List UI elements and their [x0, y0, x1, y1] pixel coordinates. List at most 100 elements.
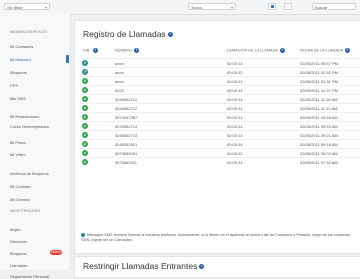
- incoming-call-icon: ↙: [82, 123, 88, 129]
- sidebar-item-llamadas[interactable]: Llamadas: [10, 263, 27, 268]
- call-duration: 00:00:14: [227, 141, 243, 147]
- table-row[interactable]: ↙ 3045662712 00:00:14 02/05/2011 11:12 AM: [79, 103, 360, 112]
- call-date: 02/05/2011 09:55 AM: [300, 123, 338, 129]
- filter-select[interactable]: Sin filtrar ▾: [4, 3, 50, 10]
- call-number: 3073047287: [115, 114, 138, 120]
- call-number: 3045252921: [115, 141, 138, 147]
- new-badge: Nuevo: [50, 250, 62, 255]
- info-note: Mensajes SMS Nombre Nuevos a nuestros te…: [81, 233, 357, 243]
- chevron-down-icon: ▾: [230, 5, 233, 10]
- info-icon[interactable]: i: [345, 48, 351, 53]
- sidebar-item-sms[interactable]: Mis SMS: [10, 96, 26, 101]
- call-duration: 00:00:14: [227, 60, 243, 66]
- table-row[interactable]: ↙ 3076952714 00:00:14 02/05/2011 09:55 AM: [79, 121, 360, 130]
- sidebar-item-pps[interactable]: PPS: [10, 83, 18, 88]
- call-number: anon: [115, 69, 124, 75]
- sidebar-item-firma[interactable]: Mi Firma: [10, 140, 26, 145]
- call-date: 02/05/2011 11:12 AM: [300, 105, 338, 111]
- table-row[interactable]: ↙ 3045652715 00:00:14 02/05/2011 09:21 AM: [79, 130, 360, 139]
- panel-title-text: Registro de Llamadas: [83, 29, 166, 39]
- table-row[interactable]: ↗ anon 00:00:12 02/05/2011 02:52 PM: [79, 67, 360, 76]
- incoming-call-icon: ↙: [82, 132, 88, 138]
- chevron-down-icon: ▾: [44, 5, 47, 10]
- call-duration: 00:00:14: [227, 123, 243, 129]
- sidebar-item-seguimiento[interactable]: Seguimiento Personal: [10, 274, 49, 279]
- search-input-value: Buscar: [315, 5, 328, 10]
- outgoing-call-icon: ↗: [82, 60, 88, 66]
- sidebar-item-restricciones[interactable]: Mi Restricciones: [10, 114, 39, 119]
- call-duration: 00:00:14: [227, 78, 243, 84]
- sidebar-item-bloqueos[interactable]: Bloqueos: [10, 70, 27, 75]
- call-duration: 00:00:14: [227, 114, 243, 120]
- call-date: 02/05/2011 02:52 PM: [300, 69, 338, 75]
- call-number: 5023: [115, 87, 124, 93]
- column-header-number[interactable]: NÚMERO i: [115, 48, 139, 53]
- incoming-call-icon: ↙: [82, 141, 88, 147]
- incoming-call-icon: ↙: [82, 96, 88, 102]
- call-number: 3076952714: [115, 123, 138, 129]
- call-date: 02/05/2011 12:37 PM: [300, 87, 338, 93]
- column-header-text: FECHA DE LA LLAMADA: [300, 48, 344, 53]
- column-header-duration[interactable]: DURACIÓN DE LA LLAMADA i: [227, 48, 285, 53]
- search-input[interactable]: Buscar: [312, 3, 356, 10]
- sidebar-item-contrato[interactable]: Mi Contrato: [10, 184, 31, 189]
- call-duration: 00:00:12: [227, 150, 243, 156]
- call-number: 3075662911: [115, 159, 137, 165]
- table-row[interactable]: ↙ 3073047287 00:00:14 02/05/2011 10:48 AM: [79, 112, 360, 121]
- table-row[interactable]: ↗ anon 00:00:14 02/05/2011 05:57 PM: [79, 58, 360, 67]
- info-icon[interactable]: i: [133, 48, 139, 53]
- call-number: 3045662712: [115, 105, 138, 111]
- incoming-call-icon: ↙: [82, 105, 88, 111]
- column-header-date[interactable]: FECHA DE LA LLAMADA i: [300, 48, 351, 53]
- call-date: 02/05/2011 09:18 AM: [300, 141, 338, 147]
- table-row[interactable]: ↙ 5023 00:00:14 02/05/2011 12:37 PM: [79, 85, 360, 94]
- filter-select-value: Sin filtrar: [7, 5, 23, 10]
- sidebar-item-contactos[interactable]: Mi Contactos: [10, 44, 33, 49]
- call-date: 02/05/2011 11:18 AM: [300, 96, 338, 102]
- call-duration: 00:00:14: [227, 159, 243, 165]
- info-icon[interactable]: i: [167, 32, 173, 38]
- sidebar-item-archivos[interactable]: Archivos de Bloqueos: [10, 171, 49, 176]
- column-header-direction[interactable]: DIR. i: [83, 48, 98, 53]
- call-number: anon: [115, 60, 124, 66]
- sidebar-section-title: NÚMERO/SERVICIO: [10, 30, 48, 34]
- column-header-text: DURACIÓN DE LA LLAMADA: [227, 48, 278, 53]
- incoming-call-icon: ↙: [82, 159, 88, 165]
- sidebar-item-mojito[interactable]: Mojito: [10, 227, 21, 232]
- info-note-text: Mensajes SMS Nombre Nuevos a nuestros te…: [81, 233, 350, 242]
- info-icon: [81, 233, 85, 237]
- table-row[interactable]: ↙ 3045652712 00:00:14 02/05/2011 11:18 AM: [79, 94, 360, 103]
- call-duration: 00:00:14: [227, 105, 243, 111]
- sidebar-item-dominio[interactable]: Mi Dominio: [10, 197, 30, 202]
- call-date: 02/05/2011 09:02 AM: [300, 150, 338, 156]
- incoming-call-icon: ↙: [82, 150, 88, 156]
- scope-select-value: Todos: [191, 5, 202, 10]
- sidebar-item-directorio[interactable]: Directorio: [10, 239, 27, 244]
- sidebar-item-bloqueos-2[interactable]: Bloqueos: [10, 251, 27, 256]
- table-row[interactable]: ↙ 3075662911 00:00:14 02/05/2011 07:32 AM: [79, 157, 360, 166]
- list-view-icon[interactable]: [284, 3, 292, 10]
- scope-select[interactable]: Todos ▾: [188, 3, 236, 10]
- table-row[interactable]: ↙ anon 00:00:14 02/05/2011 02:31 PM: [79, 76, 360, 85]
- incoming-call-icon: ↙: [82, 114, 88, 120]
- column-header-text: NÚMERO: [115, 48, 132, 53]
- table-row[interactable]: ↙ 3045252921 00:00:14 02/05/2011 09:18 AM: [79, 139, 360, 148]
- call-duration: 00:00:14: [227, 132, 243, 138]
- sidebar-item-cortar[interactable]: Cortar Desempleados: [10, 124, 50, 130]
- call-date: 02/05/2011 09:21 AM: [300, 132, 338, 138]
- call-number: 3045652715: [115, 132, 138, 138]
- call-date: 02/05/2011 02:31 PM: [300, 78, 338, 84]
- grid-view-icon[interactable]: [268, 3, 276, 10]
- call-date: 02/05/2011 10:48 AM: [300, 114, 338, 120]
- call-number: 3045652712: [115, 96, 138, 102]
- column-header-text: DIR.: [83, 48, 91, 53]
- info-icon[interactable]: i: [199, 264, 205, 270]
- info-icon[interactable]: i: [92, 48, 98, 53]
- call-date: 02/05/2011 07:32 AM: [300, 159, 338, 165]
- sidebar-item-video[interactable]: Mi Video: [10, 152, 26, 157]
- sidebar: NÚMERO/SERVICIO Mi Contactos Mi Historic…: [0, 14, 71, 279]
- info-icon[interactable]: i: [279, 48, 285, 53]
- call-date: 02/05/2011 05:57 PM: [300, 60, 338, 66]
- table-row[interactable]: ↙ 3073650051 00:00:12 02/05/2011 09:02 AM: [79, 148, 360, 157]
- sidebar-item-historico[interactable]: Mi Historico: [10, 57, 31, 62]
